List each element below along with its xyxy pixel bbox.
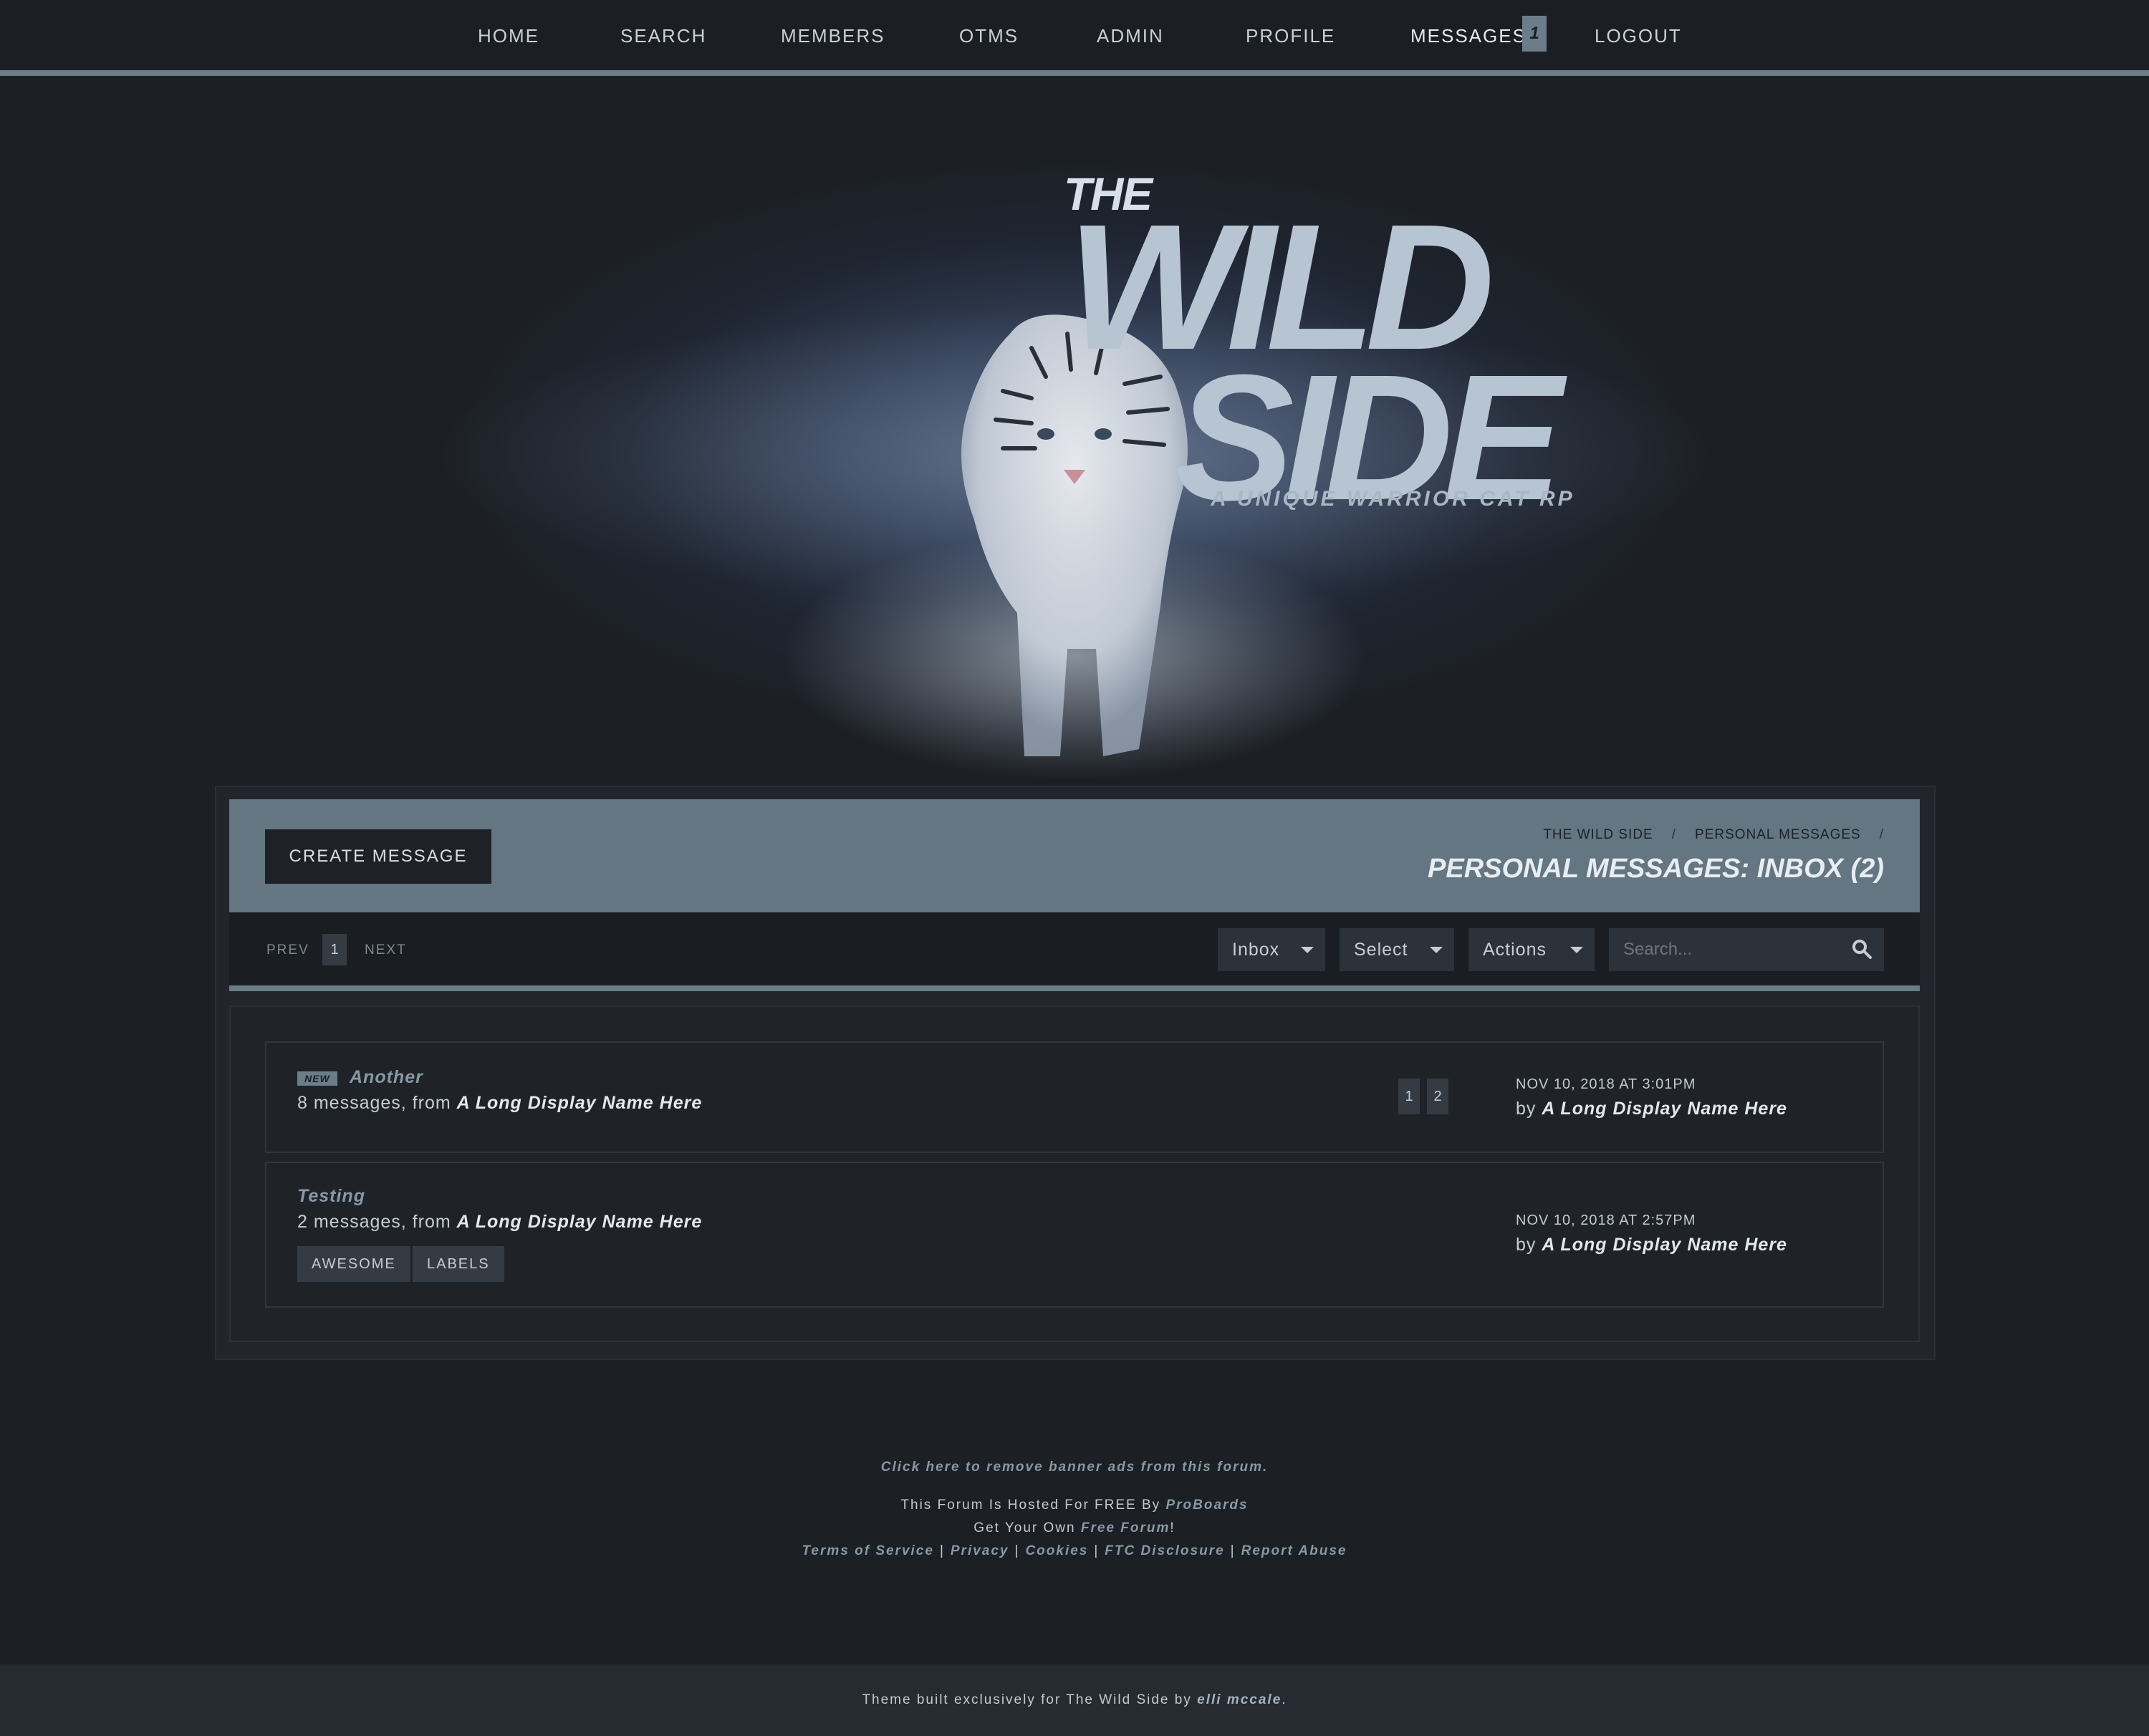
- message-meta: 8 messages, from A Long Display Name Her…: [297, 1093, 702, 1114]
- nav-home[interactable]: HOME: [478, 21, 539, 50]
- credit-text: Theme built exclusively for The Wild Sid…: [862, 1692, 1192, 1707]
- free-forum-link[interactable]: Free Forum: [1081, 1520, 1170, 1535]
- nav-profile[interactable]: PROFILE: [1246, 21, 1335, 50]
- pagination-page-1[interactable]: 1: [322, 934, 347, 965]
- chevron-down-icon: [1301, 947, 1314, 953]
- credit-suffix: .: [1282, 1692, 1287, 1707]
- byline-prefix: by: [1516, 1099, 1537, 1119]
- thread-page-1[interactable]: 1: [1398, 1079, 1420, 1114]
- breadcrumb-separator: /: [1671, 827, 1677, 842]
- search-icon[interactable]: [1851, 938, 1872, 960]
- top-navigation: HOME SEARCH MEMBERS OTMS ADMIN PROFILE M…: [0, 0, 2149, 76]
- message-byline: by A Long Display Name Here: [1516, 1099, 1787, 1119]
- label-labels[interactable]: LABELS: [413, 1246, 504, 1282]
- nav-logout[interactable]: LOGOUT: [1595, 21, 1682, 50]
- thread-page-2[interactable]: 2: [1427, 1079, 1448, 1114]
- hosted-text: This Forum Is Hosted For FREE By: [900, 1498, 1161, 1513]
- privacy-link[interactable]: Privacy: [951, 1543, 1009, 1558]
- breadcrumb-forum-home[interactable]: THE WILD SIDE: [1543, 827, 1653, 842]
- legal-links: Terms of Service | Privacy | Cookies | FTC Dis…: [0, 1543, 2149, 1559]
- message-from[interactable]: A Long Display Name Here: [457, 1093, 703, 1113]
- terms-link[interactable]: Terms of Service: [802, 1543, 934, 1558]
- select-dropdown-value: Select: [1354, 940, 1408, 960]
- nav-members[interactable]: MEMBERS: [781, 21, 885, 50]
- breadcrumb: THE WILD SIDE / PERSONAL MESSAGES /: [1543, 827, 1884, 843]
- link-divider: |: [1230, 1543, 1236, 1558]
- hosted-by-line: This Forum Is Hosted For FREE By ProBoar…: [0, 1498, 2149, 1513]
- message-from[interactable]: A Long Display Name Here: [457, 1212, 703, 1232]
- message-count: 2 messages, from: [297, 1212, 451, 1232]
- message-meta: 2 messages, from A Long Display Name Her…: [297, 1212, 702, 1233]
- get-forum-line: Get Your Own Free Forum!: [0, 1520, 2149, 1536]
- remove-ads-link[interactable]: Click here to remove banner ads from thi…: [0, 1460, 2149, 1475]
- byline-author[interactable]: A Long Display Name Here: [1542, 1235, 1787, 1255]
- message-count: 8 messages, from: [297, 1093, 451, 1113]
- credit-author-link[interactable]: elli mccale: [1197, 1692, 1282, 1707]
- cookies-link[interactable]: Cookies: [1025, 1543, 1088, 1558]
- get-forum-suffix: !: [1170, 1520, 1176, 1535]
- proboards-link[interactable]: ProBoards: [1165, 1498, 1248, 1513]
- message-date: NOV 10, 2018 AT 2:57PM: [1516, 1212, 1696, 1228]
- theme-credit-bar: Theme built exclusively for The Wild Sid…: [0, 1664, 2149, 1736]
- chevron-down-icon: [1430, 947, 1443, 953]
- message-search-input[interactable]: [1609, 928, 1884, 971]
- logo-tagline: A UNIQUE WARRIOR CAT RP: [1211, 487, 1575, 511]
- folder-dropdown-value: Inbox: [1232, 940, 1280, 960]
- chevron-down-icon: [1570, 947, 1583, 953]
- report-abuse-link[interactable]: Report Abuse: [1241, 1543, 1347, 1558]
- forum-banner: THE WILD SIDE A UNIQUE WARRIOR CAT RP: [0, 76, 2149, 785]
- label-awesome[interactable]: AWESOME: [297, 1246, 410, 1282]
- pagination-next[interactable]: NEXT: [365, 942, 407, 958]
- messages-count-badge[interactable]: 1: [1522, 16, 1547, 52]
- link-divider: |: [1014, 1543, 1020, 1558]
- new-badge: NEW: [297, 1071, 337, 1086]
- ftc-disclosure-link[interactable]: FTC Disclosure: [1105, 1543, 1224, 1558]
- actions-dropdown-value: Actions: [1483, 940, 1547, 960]
- breadcrumb-separator: /: [1879, 827, 1884, 842]
- nav-list: HOME SEARCH MEMBERS OTMS ADMIN PROFILE M…: [0, 0, 2149, 70]
- page-title: PERSONAL MESSAGES: INBOX (2): [1428, 854, 1884, 884]
- select-dropdown[interactable]: Select: [1340, 928, 1454, 971]
- link-divider: |: [939, 1543, 945, 1558]
- create-message-button[interactable]: CREATE MESSAGE: [265, 829, 491, 884]
- pagination-prev[interactable]: PREV: [266, 942, 309, 958]
- nav-search[interactable]: SEARCH: [620, 21, 706, 50]
- link-divider: |: [1094, 1543, 1100, 1558]
- byline-author[interactable]: A Long Display Name Here: [1542, 1099, 1787, 1119]
- get-forum-text: Get Your Own: [973, 1520, 1076, 1535]
- message-date: NOV 10, 2018 AT 3:01PM: [1516, 1076, 1696, 1092]
- actions-dropdown[interactable]: Actions: [1468, 928, 1595, 971]
- breadcrumb-personal-messages[interactable]: PERSONAL MESSAGES: [1695, 827, 1861, 842]
- byline-prefix: by: [1516, 1235, 1537, 1255]
- message-subject[interactable]: Another: [350, 1067, 423, 1088]
- nav-messages[interactable]: MESSAGES: [1410, 21, 1527, 50]
- message-byline: by A Long Display Name Here: [1516, 1235, 1787, 1255]
- nav-otms[interactable]: OTMS: [959, 21, 1019, 50]
- message-subject[interactable]: Testing: [297, 1186, 365, 1207]
- nav-admin[interactable]: ADMIN: [1097, 21, 1164, 50]
- folder-dropdown[interactable]: Inbox: [1218, 928, 1325, 971]
